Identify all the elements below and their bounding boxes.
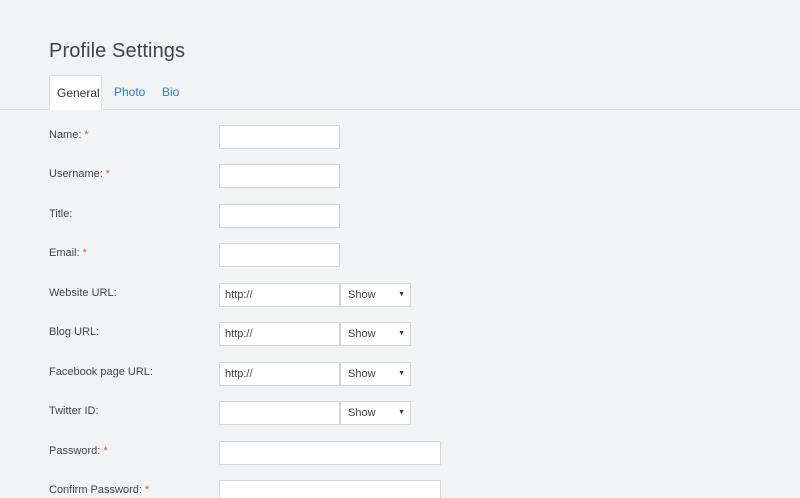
blog-url-visibility-select[interactable]: Show ▼ (340, 322, 411, 346)
password-input[interactable] (219, 441, 441, 465)
tab-bar: General Photo Bio (0, 75, 800, 110)
required-marker: * (144, 484, 150, 496)
confirm-password-label: Confirm Password: * (49, 483, 149, 497)
website-url-visibility-select[interactable]: Show ▼ (340, 283, 411, 307)
blog-url-visibility-value: Show (348, 328, 376, 340)
confirm-password-input[interactable] (219, 480, 441, 498)
form-row-blog-url: Blog URL: Show ▼ (0, 322, 800, 348)
caret-down-icon: ▼ (398, 370, 405, 377)
page-title: Profile Settings (49, 40, 186, 62)
name-input[interactable] (219, 125, 340, 149)
required-marker: * (84, 129, 89, 141)
facebook-url-label-text: Facebook page URL: (49, 366, 153, 378)
name-label: Name: * (49, 128, 89, 142)
form-row-title: Title: (0, 204, 800, 230)
confirm-password-label-text: Confirm Password: (49, 484, 142, 496)
caret-down-icon: ▼ (398, 409, 405, 416)
password-label-text: Password: (49, 445, 101, 457)
website-url-label-text: Website URL: (49, 287, 117, 299)
username-label-text: Username: (49, 168, 103, 180)
password-label: Password: * (49, 444, 108, 458)
form-row-username: Username: * (0, 164, 800, 190)
form-row-email: Email: * (0, 243, 800, 269)
blog-url-label: Blog URL: (49, 325, 99, 339)
tab-general[interactable]: General (49, 75, 102, 110)
required-marker: * (103, 445, 108, 457)
caret-down-icon: ▼ (398, 330, 405, 337)
blog-url-label-text: Blog URL: (49, 326, 100, 338)
facebook-url-label: Facebook page URL: (49, 365, 153, 379)
twitter-id-visibility-value: Show (348, 407, 376, 419)
username-input[interactable] (219, 164, 340, 188)
title-label: Title: (49, 207, 72, 221)
form-row-confirm-password: Confirm Password: * (0, 480, 800, 498)
required-marker: * (105, 168, 111, 180)
name-label-text: Name: (49, 129, 82, 141)
blog-url-input[interactable] (219, 322, 340, 346)
form-row-website-url: Website URL: Show ▼ (0, 283, 800, 309)
twitter-id-input[interactable] (219, 401, 340, 425)
email-label: Email: * (49, 246, 87, 260)
tab-bio[interactable]: Bio (155, 75, 186, 109)
form-row-name: Name: * (0, 125, 800, 151)
caret-down-icon: ▼ (398, 291, 405, 298)
title-label-text: Title: (49, 208, 73, 220)
username-label: Username: * (49, 167, 110, 181)
twitter-id-label-text: Twitter ID: (49, 405, 99, 417)
facebook-url-input[interactable] (219, 362, 340, 386)
form-row-twitter-id: Twitter ID: Show ▼ (0, 401, 800, 427)
website-url-input[interactable] (219, 283, 340, 307)
website-url-label: Website URL: (49, 286, 117, 300)
email-input[interactable] (219, 243, 340, 267)
twitter-id-visibility-select[interactable]: Show ▼ (340, 401, 411, 425)
tab-photo[interactable]: Photo (107, 75, 152, 109)
website-url-visibility-value: Show (348, 289, 376, 301)
facebook-url-visibility-select[interactable]: Show ▼ (340, 362, 411, 386)
facebook-url-visibility-value: Show (348, 368, 376, 380)
form-row-password: Password: * (0, 441, 800, 467)
profile-settings-page: Profile Settings General Photo Bio Name:… (0, 0, 800, 498)
email-label-text: Email: (49, 247, 80, 259)
twitter-id-label: Twitter ID: (49, 404, 99, 418)
title-input[interactable] (219, 204, 340, 228)
form-row-facebook-url: Facebook page URL: Show ▼ (0, 362, 800, 388)
required-marker: * (82, 247, 87, 259)
